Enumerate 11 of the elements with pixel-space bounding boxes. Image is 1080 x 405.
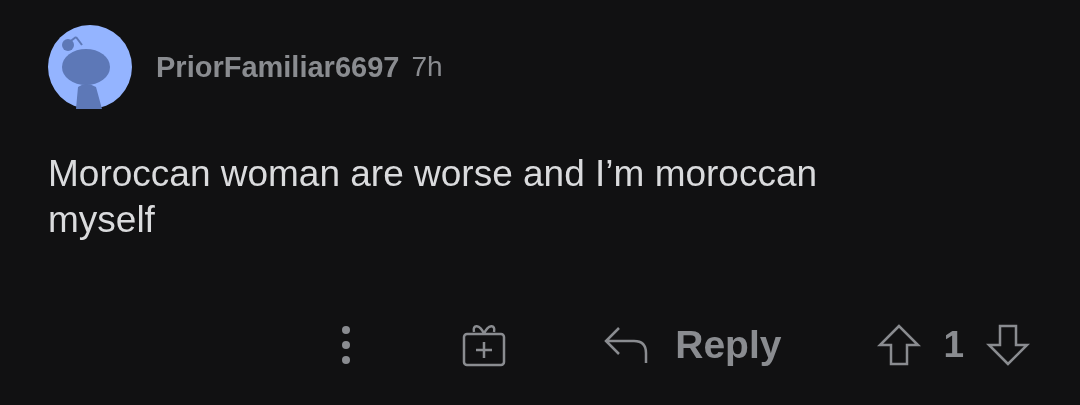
gift-icon[interactable]: [461, 322, 508, 368]
comment-text: Moroccan woman are worse and I’m moroccan myself: [48, 152, 819, 242]
downvote-icon[interactable]: [986, 323, 1030, 367]
timestamp: 7h: [411, 51, 443, 83]
reply-icon: [603, 325, 650, 365]
vote-count: 1: [943, 324, 964, 366]
username[interactable]: PriorFamiliar6697: [156, 50, 400, 84]
upvote-icon[interactable]: [877, 323, 922, 367]
more-icon[interactable]: [341, 325, 352, 365]
reply-button[interactable]: Reply: [603, 323, 782, 367]
avatar-icon[interactable]: [48, 25, 132, 109]
